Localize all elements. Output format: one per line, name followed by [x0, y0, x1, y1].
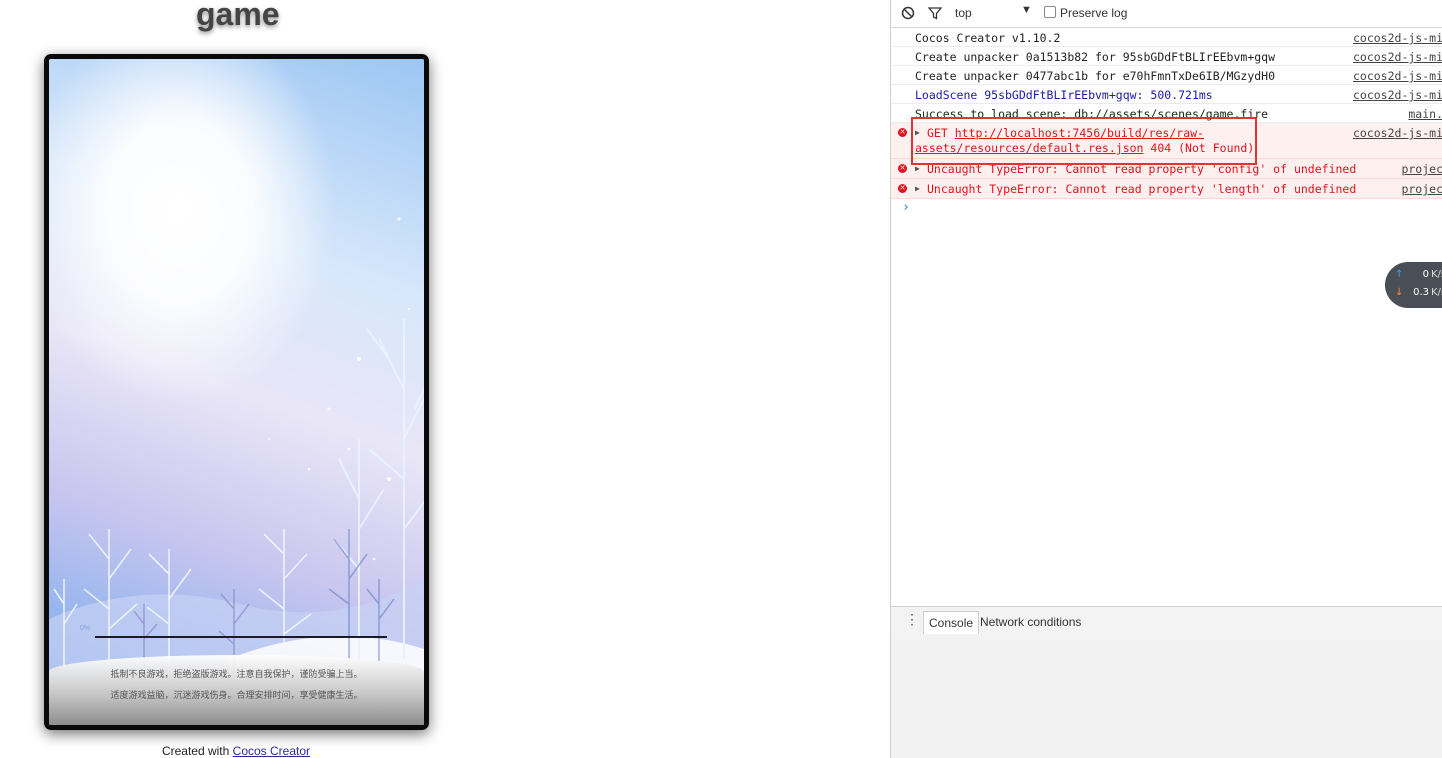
devtools-drawer-tabbar: ⋮ Console Network conditions [891, 606, 1442, 635]
console-toolbar: top ▼ Preserve log [891, 0, 1442, 28]
request-url-link[interactable]: http://localhost:7456/build/res/raw- [955, 126, 1204, 140]
created-with-footer: Created with Cocos Creator [0, 744, 472, 758]
console-message: Cocos Creator v1.10.2 cocos2d-js-mi [891, 28, 1442, 47]
expand-triangle-icon[interactable]: ▶ [915, 164, 920, 173]
arrow-down-icon: ↓ [1395, 287, 1404, 298]
devtools-drawer-body [891, 634, 1442, 758]
upload-speed: ↑ 0 K/s [1395, 269, 1442, 280]
console-prompt[interactable]: › [902, 200, 910, 215]
expand-triangle-icon[interactable]: ▶ [915, 128, 920, 137]
console-message: Success to load scene: db://assets/scene… [891, 104, 1442, 123]
console-messages: Cocos Creator v1.10.2 cocos2d-js-mi Crea… [891, 28, 1442, 199]
game-canvas[interactable]: 0% 抵制不良游戏，拒绝盗版游戏。注意自我保护，谨防受骗上当。 适度游戏益脑，沉… [49, 59, 424, 725]
download-speed-unit: K/s [1431, 287, 1442, 298]
console-message-source-link[interactable]: cocos2d-js-mi [1349, 31, 1442, 45]
preserve-log-label: Preserve log [1060, 6, 1128, 20]
tab-console[interactable]: Console [923, 611, 980, 634]
health-notice-line-1: 抵制不良游戏，拒绝盗版游戏。注意自我保护，谨防受骗上当。 [110, 670, 363, 680]
console-message-text: Create unpacker 0a1513b82 for 95sbGDdFtB… [915, 50, 1276, 64]
console-message-source-link[interactable]: cocos2d-js-mi [1349, 69, 1442, 83]
console-message-source-link[interactable]: main. [1404, 107, 1442, 121]
console-message-source-link[interactable]: projec [1397, 162, 1442, 176]
devtools-panel: top ▼ Preserve log Cocos Creator v1.10.2… [890, 0, 1442, 758]
filter-icon[interactable] [927, 6, 943, 23]
clear-console-icon[interactable] [901, 6, 915, 23]
download-speed: ↓ 0.3 K/s [1395, 287, 1442, 298]
console-message-info: LoadScene 95sbGDdFtBLIrEEbvm+gqw: 500.72… [891, 85, 1442, 104]
console-error: ✕ ▶ Uncaught TypeError: Cannot read prop… [891, 179, 1442, 199]
created-with-text: Created with [161, 744, 233, 758]
error-request-line-2: assets/resources/default.res.json 404 (N… [915, 141, 1254, 155]
console-message: Create unpacker 0a1513b82 for 95sbGDdFtB… [891, 47, 1442, 66]
footer-notice-band: 抵制不良游戏，拒绝盗版游戏。注意自我保护，谨防受骗上当。 适度游戏益脑，沉迷游戏… [49, 655, 424, 725]
context-selector[interactable]: top [955, 6, 972, 20]
request-url-link-cont[interactable]: assets/resources/default.res.json [915, 141, 1143, 155]
console-message-source-link[interactable]: cocos2d-js-mi [1348, 126, 1442, 140]
error-request-line-1: GET http://localhost:7456/build/res/raw- [927, 126, 1204, 140]
preserve-log-toggle[interactable]: Preserve log [1044, 6, 1127, 20]
game-canvas-frame[interactable]: 0% 抵制不良游戏，拒绝盗版游戏。注意自我保护，谨防受骗上当。 适度游戏益脑，沉… [44, 54, 429, 730]
arrow-up-icon: ↑ [1395, 269, 1404, 280]
loading-progress-bar [95, 636, 387, 638]
winter-scene-illustration [49, 217, 424, 725]
console-error-text: Uncaught TypeError: Cannot read property… [927, 162, 1357, 176]
preserve-log-checkbox[interactable] [1044, 6, 1056, 18]
chevron-down-icon[interactable]: ▼ [1021, 4, 1032, 16]
page-title: game [196, 0, 280, 32]
console-error-network: ✕ ▶ GET http://localhost:7456/build/res/… [891, 123, 1442, 159]
console-message-source-link[interactable]: cocos2d-js-mi [1349, 88, 1442, 102]
download-speed-value: 0.3 [1413, 287, 1429, 298]
request-status: 404 (Not Found) [1150, 141, 1255, 155]
error-icon: ✕ [898, 184, 907, 193]
request-method: GET [927, 126, 948, 140]
console-message-text: LoadScene 95sbGDdFtBLIrEEbvm+gqw: 500.72… [915, 88, 1213, 102]
tab-network-conditions[interactable]: Network conditions [975, 611, 1086, 634]
console-message: Create unpacker 0477abc1b for e70hFmnTxD… [891, 66, 1442, 85]
console-message-source-link[interactable]: projec [1397, 182, 1442, 196]
console-message-text: Success to load scene: db://assets/scene… [915, 107, 1269, 121]
upload-speed-value: 0 [1422, 269, 1429, 280]
console-message-text: Create unpacker 0477abc1b for e70hFmnTxD… [915, 69, 1276, 83]
health-notice-line-2: 适度游戏益脑，沉迷游戏伤身。合理安排时间，享受健康生活。 [110, 691, 363, 701]
cocos-creator-link[interactable]: Cocos Creator [233, 744, 310, 758]
error-icon: ✕ [898, 164, 907, 173]
console-error: ✕ ▶ Uncaught TypeError: Cannot read prop… [891, 159, 1442, 179]
network-speed-widget: ↑ 0 K/s ↓ 0.3 K/s [1385, 262, 1442, 308]
error-icon: ✕ [898, 128, 907, 137]
console-error-text: Uncaught TypeError: Cannot read property… [927, 182, 1357, 196]
progress-percent: 0% [80, 625, 91, 632]
more-options-icon[interactable]: ⋮ [905, 611, 919, 628]
upload-speed-unit: K/s [1431, 269, 1442, 280]
console-message-source-link[interactable]: cocos2d-js-mi [1349, 50, 1442, 64]
console-message-text: Cocos Creator v1.10.2 [915, 31, 1061, 45]
expand-triangle-icon[interactable]: ▶ [915, 184, 920, 193]
